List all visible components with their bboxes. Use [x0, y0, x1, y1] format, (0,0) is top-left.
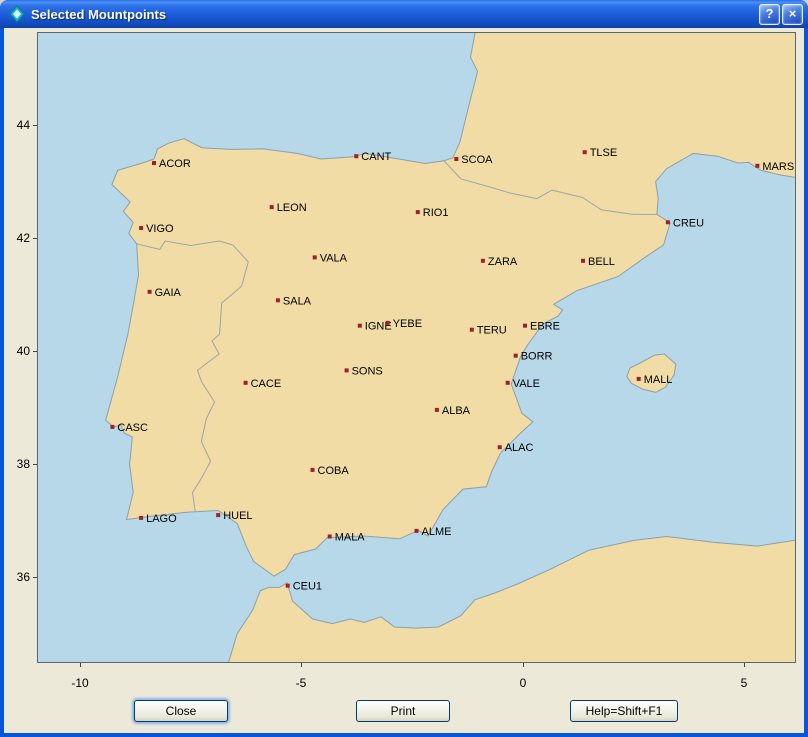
y-axis-tick — [33, 351, 37, 352]
station-marker-BORR — [514, 354, 518, 358]
station-label-MALA: MALA — [335, 532, 366, 544]
x-axis-label: 0 — [501, 676, 545, 690]
station-marker-BELL — [581, 259, 585, 263]
app-icon — [8, 5, 26, 23]
station-marker-CACE — [244, 381, 248, 385]
station-marker-SONS — [345, 368, 349, 372]
station-label-ACOR: ACOR — [159, 158, 191, 170]
close-titlebar-button[interactable]: × — [782, 4, 803, 25]
x-axis-tick — [523, 663, 524, 667]
station-marker-ALBA — [435, 408, 439, 412]
station-marker-MALA — [328, 535, 332, 539]
station-marker-ALAC — [498, 445, 502, 449]
mountpoints-map: ACOR VIGO GAIA CASC LAGO HUEL CEU1 MALA ALME COBA… — [38, 33, 795, 662]
station-label-VIGO: VIGO — [146, 223, 174, 235]
station-label-CASC: CASC — [117, 422, 148, 434]
station-marker-CASC — [110, 425, 114, 429]
print-button[interactable]: Print — [356, 700, 450, 722]
station-marker-MARS — [755, 164, 759, 168]
station-marker-TLSE — [583, 150, 587, 154]
station-label-LEON: LEON — [277, 202, 307, 214]
station-marker-VIGO — [139, 226, 143, 230]
close-button[interactable]: Close — [134, 700, 228, 722]
station-marker-LEON — [270, 205, 274, 209]
y-axis-tick — [33, 125, 37, 126]
station-marker-MALL — [637, 377, 641, 381]
station-label-SCOA: SCOA — [461, 154, 493, 166]
station-label-ALAC: ALAC — [505, 442, 534, 454]
station-marker-CREU — [666, 220, 670, 224]
station-marker-SCOA — [454, 157, 458, 161]
station-marker-VALE — [506, 381, 510, 385]
y-axis-tick — [33, 238, 37, 239]
station-marker-GAIA — [148, 290, 152, 294]
station-label-BORR: BORR — [521, 351, 553, 363]
x-axis-label: -5 — [279, 676, 323, 690]
station-marker-RIO1 — [416, 210, 420, 214]
station-label-HUEL: HUEL — [223, 510, 252, 522]
station-marker-VALA — [313, 255, 317, 259]
help-button[interactable]: Help=Shift+F1 — [570, 700, 678, 722]
station-marker-COBA — [311, 468, 315, 472]
y-axis-label: 44 — [4, 118, 30, 132]
station-marker-CEU1 — [286, 584, 290, 588]
x-axis-label: 5 — [722, 676, 766, 690]
station-label-SALA: SALA — [283, 295, 312, 307]
window-title: Selected Mountpoints — [31, 7, 757, 22]
station-marker-EBRE — [523, 324, 527, 328]
station-label-RIO1: RIO1 — [423, 207, 449, 219]
station-label-VALE: VALE — [513, 378, 540, 390]
station-marker-ALME — [415, 529, 419, 533]
station-label-EBRE: EBRE — [530, 321, 560, 333]
x-axis-tick — [80, 663, 81, 667]
station-label-CANT: CANT — [361, 151, 391, 163]
help-titlebar-button[interactable]: ? — [759, 4, 780, 25]
x-axis-label: -10 — [58, 676, 102, 690]
y-axis-tick — [33, 464, 37, 465]
station-label-CACE: CACE — [251, 378, 282, 390]
station-label-ZARA: ZARA — [488, 256, 518, 268]
y-axis-label: 40 — [4, 344, 30, 358]
station-marker-LAGO — [139, 516, 143, 520]
station-marker-IGNE — [358, 324, 362, 328]
station-label-TLSE: TLSE — [590, 147, 618, 159]
x-axis-tick — [301, 663, 302, 667]
station-label-CEU1: CEU1 — [293, 581, 322, 593]
station-label-ALME: ALME — [422, 526, 452, 538]
station-marker-TERU — [470, 328, 474, 332]
station-label-MALL: MALL — [644, 374, 673, 386]
station-label-LAGO: LAGO — [146, 513, 177, 525]
titlebar[interactable]: Selected Mountpoints ? × — [0, 0, 808, 28]
station-marker-ACOR — [152, 161, 156, 165]
station-label-COBA: COBA — [318, 465, 350, 477]
station-label-TERU: TERU — [477, 325, 507, 337]
station-label-BELL: BELL — [588, 256, 615, 268]
station-label-VALA: VALA — [320, 252, 348, 264]
station-label-ALBA: ALBA — [442, 405, 471, 417]
dialog-window: Selected Mountpoints ? × ACOR VIGO GAIA CAS… — [0, 0, 808, 737]
y-axis-tick — [33, 577, 37, 578]
station-marker-HUEL — [216, 513, 220, 517]
station-marker-ZARA — [481, 259, 485, 263]
y-axis-label: 36 — [4, 570, 30, 584]
station-marker-CANT — [354, 154, 358, 158]
station-label-CREU: CREU — [673, 217, 704, 229]
x-axis-tick — [744, 663, 745, 667]
y-axis-label: 38 — [4, 457, 30, 471]
station-label-MARS: MARS — [762, 161, 794, 173]
station-label-YEBE: YEBE — [393, 318, 422, 330]
station-marker-SALA — [276, 298, 280, 302]
map-panel: ACOR VIGO GAIA CASC LAGO HUEL CEU1 MALA ALME COBA… — [37, 32, 796, 663]
station-label-GAIA: GAIA — [155, 287, 182, 299]
dialog-client-area: ACOR VIGO GAIA CASC LAGO HUEL CEU1 MALA ALME COBA… — [4, 28, 804, 733]
station-label-SONS: SONS — [352, 365, 383, 377]
station-marker-YEBE — [386, 321, 390, 325]
y-axis-label: 42 — [4, 231, 30, 245]
